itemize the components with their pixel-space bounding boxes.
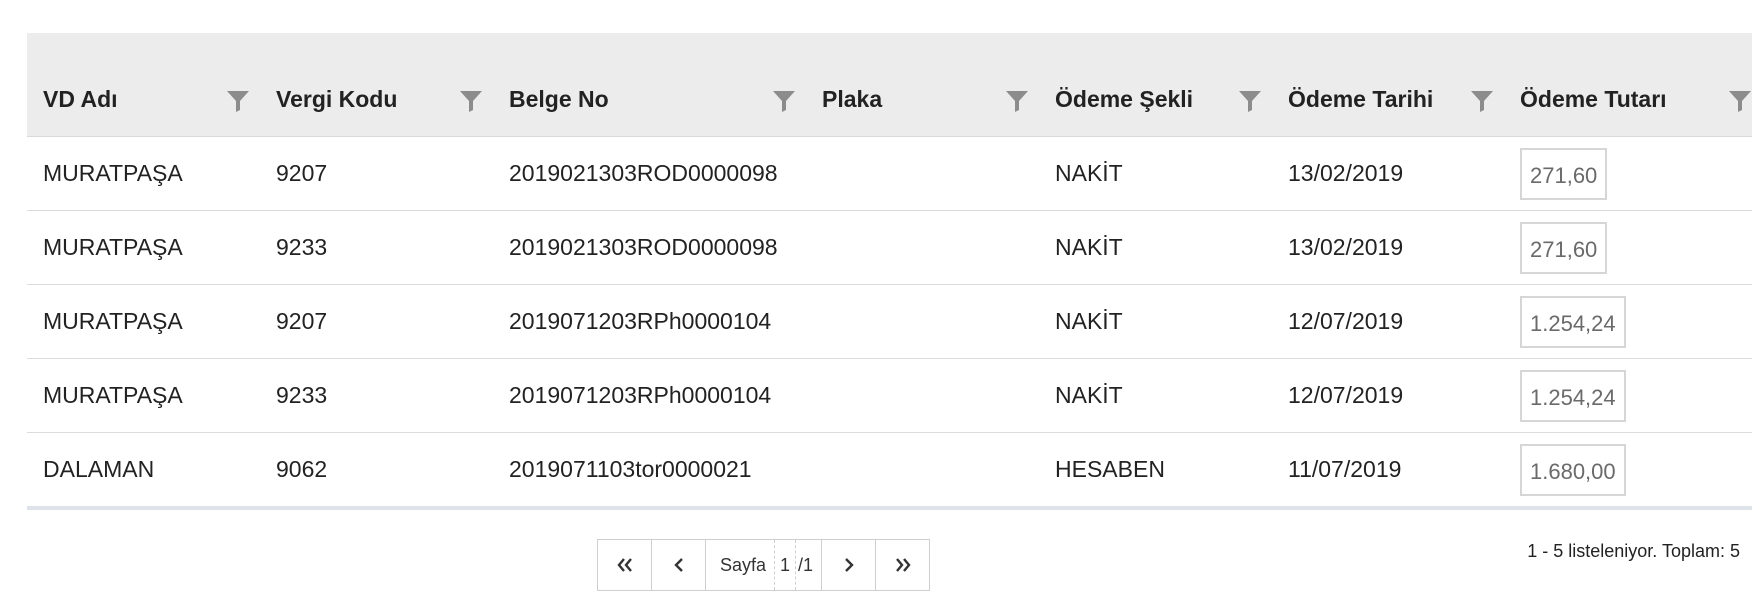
column-title: Vergi Kodu <box>276 86 398 112</box>
cell-odeme-tutari: 1.254,24 <box>1504 285 1752 358</box>
cell-belge-no: 2019021303ROD0000098 <box>509 160 778 186</box>
grid-body: MURATPAŞA 9207 2019021303ROD0000098 NAKİ… <box>27 137 1752 510</box>
cell-odeme-tutari: 1.254,24 <box>1504 359 1752 432</box>
filter-icon[interactable] <box>226 89 250 113</box>
prev-page-button[interactable] <box>652 540 706 590</box>
table-row[interactable]: MURATPAŞA 9233 2019021303ROD0000098 NAKİ… <box>27 211 1752 285</box>
cell-odeme-tutari: 271,60 <box>1504 137 1752 210</box>
cell-odeme-tarihi: 12/07/2019 <box>1288 308 1404 334</box>
column-title: Plaka <box>822 86 883 112</box>
filter-icon[interactable] <box>772 89 796 113</box>
filter-icon[interactable] <box>459 89 483 113</box>
filter-icon[interactable] <box>1238 89 1262 113</box>
cell-odeme-sekli: HESABEN <box>1055 456 1165 482</box>
table-row[interactable]: MURATPAŞA 9207 2019021303ROD0000098 NAKİ… <box>27 137 1752 211</box>
cell-odeme-sekli: NAKİT <box>1055 234 1123 260</box>
page-number-input[interactable] <box>774 540 797 590</box>
cell-odeme-tarihi: 11/07/2019 <box>1288 456 1402 482</box>
page-label: Sayfa <box>720 554 767 575</box>
column-header-vd-adi[interactable]: VD Adı <box>27 33 260 136</box>
cell-plaka <box>806 433 1039 506</box>
next-page-button[interactable] <box>822 540 877 590</box>
column-title: Ödeme Tarihi <box>1288 86 1434 112</box>
amount-field[interactable]: 1.680,00 <box>1520 443 1626 496</box>
cell-vd-adi: MURATPAŞA <box>43 382 183 408</box>
column-title: Ödeme Şekli <box>1055 86 1194 112</box>
cell-vd-adi: MURATPAŞA <box>43 160 183 186</box>
chevron-right-icon <box>844 558 854 572</box>
filter-icon[interactable] <box>1470 89 1494 113</box>
amount-field[interactable]: 1.254,24 <box>1520 295 1626 348</box>
cell-odeme-sekli: NAKİT <box>1055 160 1123 186</box>
column-header-plaka[interactable]: Plaka <box>806 33 1039 136</box>
column-header-vergi-kodu[interactable]: Vergi Kodu <box>260 33 493 136</box>
cell-vd-adi: MURATPAŞA <box>43 234 183 260</box>
double-chevron-left-icon <box>616 558 632 572</box>
double-chevron-right-icon <box>895 558 911 572</box>
cell-odeme-tutari: 271,60 <box>1504 211 1752 284</box>
grid-header: VD Adı Vergi Kodu Belge No Plaka Ödeme Ş… <box>27 33 1752 137</box>
cell-odeme-tutari: 1.680,00 <box>1504 433 1752 506</box>
cell-plaka <box>806 137 1039 210</box>
cell-plaka <box>806 359 1039 432</box>
cell-belge-no: 2019021303ROD0000098 <box>509 234 778 260</box>
cell-odeme-sekli: NAKİT <box>1055 308 1123 334</box>
cell-vd-adi: MURATPAŞA <box>43 308 183 334</box>
cell-belge-no: 2019071103tor0000021 <box>509 456 752 482</box>
column-title: Belge No <box>509 86 609 112</box>
column-header-odeme-sekli[interactable]: Ödeme Şekli <box>1039 33 1272 136</box>
total-pages: /1 <box>798 554 814 575</box>
record-count-status: 1 - 5 listeleniyor. Toplam: 5 <box>1527 541 1740 561</box>
cell-odeme-tarihi: 12/07/2019 <box>1288 382 1404 408</box>
amount-field[interactable]: 1.254,24 <box>1520 369 1626 422</box>
cell-plaka <box>806 285 1039 358</box>
cell-plaka <box>806 211 1039 284</box>
cell-belge-no: 2019071203RPh0000104 <box>509 382 772 408</box>
amount-field[interactable]: 271,60 <box>1520 147 1608 200</box>
payments-grid: VD Adı Vergi Kodu Belge No Plaka Ödeme Ş… <box>27 33 1752 510</box>
amount-field[interactable]: 271,60 <box>1520 221 1608 274</box>
table-row[interactable]: MURATPAŞA 9207 2019071203RPh0000104 NAKİ… <box>27 285 1752 359</box>
pagination: Sayfa /1 <box>597 539 931 591</box>
cell-odeme-tarihi: 13/02/2019 <box>1288 160 1404 186</box>
cell-vergi-kodu: 9233 <box>276 234 328 260</box>
cell-vergi-kodu: 9207 <box>276 308 328 334</box>
cell-vergi-kodu: 9062 <box>276 456 328 482</box>
cell-odeme-sekli: NAKİT <box>1055 382 1123 408</box>
cell-belge-no: 2019071203RPh0000104 <box>509 308 772 334</box>
page-indicator: Sayfa /1 <box>706 540 823 590</box>
table-row[interactable]: DALAMAN 9062 2019071103tor0000021 HESABE… <box>27 433 1752 510</box>
filter-icon[interactable] <box>1005 89 1029 113</box>
cell-vergi-kodu: 9207 <box>276 160 328 186</box>
cell-vd-adi: DALAMAN <box>43 456 155 482</box>
column-header-belge-no[interactable]: Belge No <box>493 33 806 136</box>
first-page-button[interactable] <box>598 540 652 590</box>
last-page-button[interactable] <box>876 540 929 590</box>
column-header-odeme-tarihi[interactable]: Ödeme Tarihi <box>1272 33 1504 136</box>
column-title: VD Adı <box>43 86 118 112</box>
cell-vergi-kodu: 9233 <box>276 382 328 408</box>
column-header-odeme-tutari[interactable]: Ödeme Tutarı <box>1504 33 1752 136</box>
column-title: Ödeme Tutarı <box>1520 86 1667 112</box>
chevron-left-icon <box>673 558 683 572</box>
table-row[interactable]: MURATPAŞA 9233 2019071203RPh0000104 NAKİ… <box>27 359 1752 433</box>
filter-icon[interactable] <box>1728 89 1752 113</box>
cell-odeme-tarihi: 13/02/2019 <box>1288 234 1404 260</box>
